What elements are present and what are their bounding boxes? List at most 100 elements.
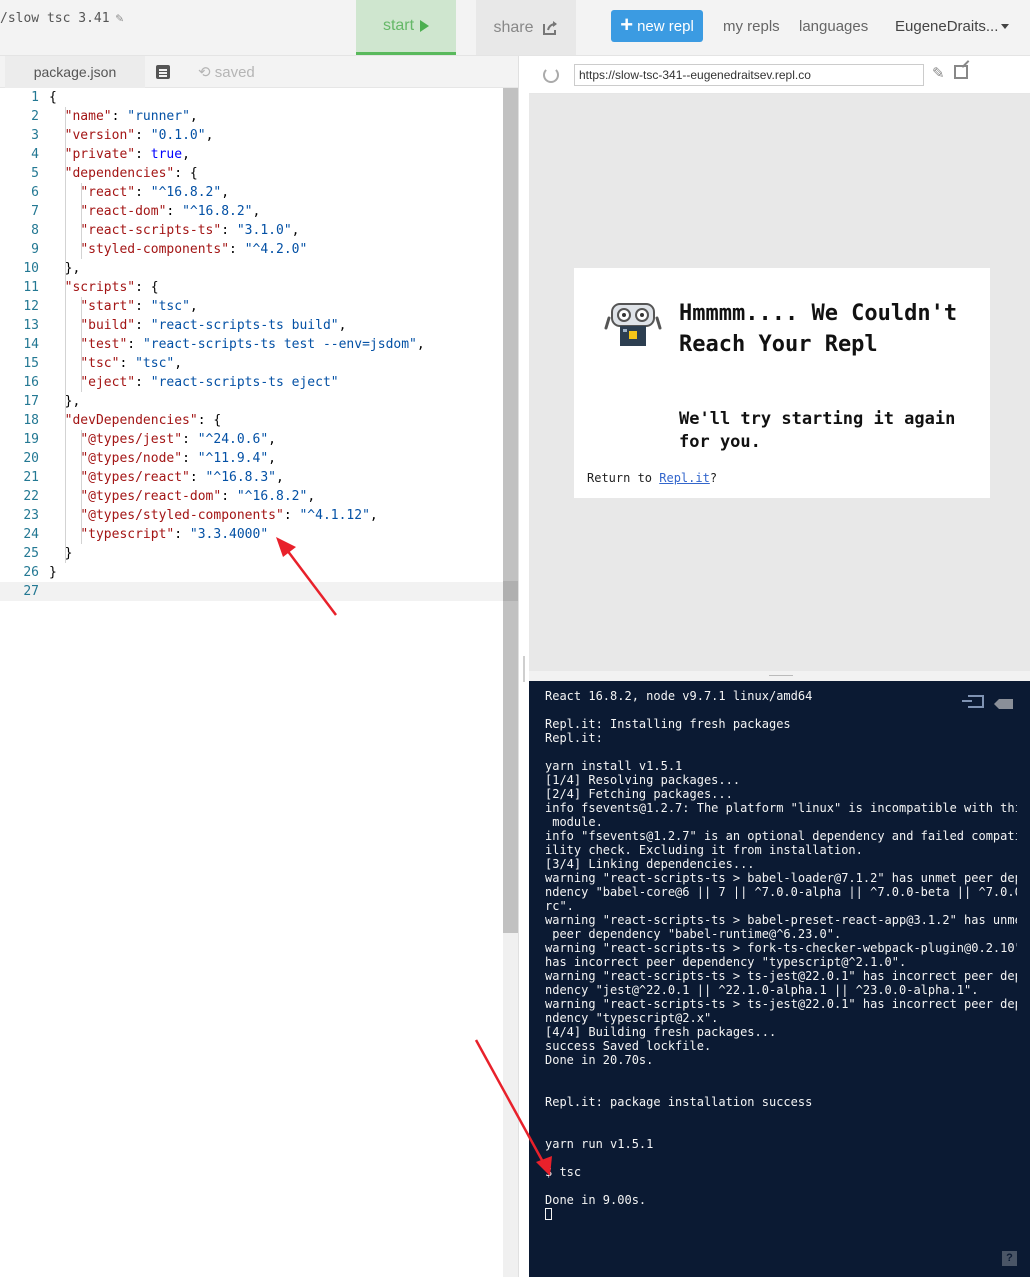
code-text[interactable]: "@types/react": "^16.8.3", [49, 468, 284, 487]
console[interactable]: React 16.8.2, node v9.7.1 linux/amd64 Rep… [529, 681, 1030, 1277]
code-token: "react-dom" [80, 204, 167, 219]
files-icon[interactable] [156, 65, 170, 79]
code-text[interactable]: "react": "^16.8.2", [49, 183, 229, 202]
code-token: "dependencies" [64, 166, 175, 181]
code-text[interactable]: "test": "react-scripts-ts test --env=jsd… [49, 335, 424, 354]
code-line[interactable]: 12 "start": "tsc", [0, 297, 503, 316]
console-output: React 16.8.2, node v9.7.1 linux/amd64 Rep… [545, 689, 1017, 1221]
code-line[interactable]: 22 "@types/react-dom": "^16.8.2", [0, 487, 503, 506]
editor-scroll-thumb[interactable] [503, 88, 518, 933]
nav-my-repls[interactable]: my repls [723, 18, 780, 35]
code-text[interactable]: { [49, 88, 57, 107]
code-line[interactable]: 7 "react-dom": "^16.8.2", [0, 202, 503, 221]
start-button[interactable]: start [356, 0, 456, 55]
code-line[interactable]: 20 "@types/node": "^11.9.4", [0, 449, 503, 468]
code-text[interactable]: "eject": "react-scripts-ts eject" [49, 373, 339, 392]
code-line[interactable]: 17 }, [0, 392, 503, 411]
code-text[interactable]: "version": "0.1.0", [49, 126, 214, 145]
code-line[interactable]: 19 "@types/jest": "^24.0.6", [0, 430, 503, 449]
code-line[interactable]: 4 "private": true, [0, 145, 503, 164]
caret-down-icon[interactable] [1001, 24, 1009, 29]
console-line: module. [545, 815, 603, 829]
code-line[interactable]: 26} [0, 563, 503, 582]
code-line[interactable]: 2 "name": "runner", [0, 107, 503, 126]
code-token: "react-scripts-ts eject" [150, 375, 339, 390]
code-line[interactable]: 13 "build": "react-scripts-ts build", [0, 316, 503, 335]
code-line[interactable]: 1{ [0, 88, 503, 107]
code-text[interactable]: "styled-components": "^4.2.0" [49, 240, 307, 259]
code-text[interactable]: "private": true, [49, 145, 190, 164]
code-line[interactable]: 27 [0, 582, 503, 601]
code-line[interactable]: 23 "@types/styled-components": "^4.1.12"… [0, 506, 503, 525]
code-text[interactable]: "@types/react-dom": "^16.8.2", [49, 487, 315, 506]
code-line[interactable]: 10 }, [0, 259, 503, 278]
replit-link[interactable]: Repl.it [659, 471, 710, 485]
help-icon[interactable]: ? [1002, 1251, 1017, 1266]
code-text[interactable]: "dependencies": { [49, 164, 198, 183]
code-text[interactable]: } [49, 544, 73, 563]
split-grip[interactable] [769, 675, 793, 676]
console-line: info "fsevents@1.2.7" is an optional dep… [545, 829, 1017, 843]
editor-scrollbar[interactable] [503, 88, 518, 1277]
code-text[interactable]: "tsc": "tsc", [49, 354, 182, 373]
console-line: warning "react-scripts-ts > ts-jest@22.0… [545, 969, 1017, 983]
pencil-icon[interactable]: ✎ [116, 11, 124, 26]
url-input[interactable] [574, 64, 924, 86]
code-line[interactable]: 15 "tsc": "tsc", [0, 354, 503, 373]
console-split-handle[interactable] [529, 671, 1030, 681]
pencil-icon[interactable]: ✎ [932, 64, 945, 82]
code-text[interactable]: "@types/jest": "^24.0.6", [49, 430, 276, 449]
code-token: "react" [80, 185, 136, 200]
code-text[interactable]: "react-scripts-ts": "3.1.0", [49, 221, 299, 240]
pane-divider[interactable] [518, 56, 529, 1277]
share-button[interactable]: share [476, 0, 576, 55]
code-editor[interactable]: 1{2 "name": "runner", 3 "version": "0.1.0… [0, 88, 518, 1277]
code-text[interactable]: } [49, 563, 57, 582]
code-text[interactable]: "name": "runner", [49, 107, 198, 126]
code-line[interactable]: 14 "test": "react-scripts-ts test --env=… [0, 335, 503, 354]
code-token: , [276, 470, 284, 485]
repl-title-text[interactable]: /slow tsc 3.41 [0, 11, 110, 26]
code-line[interactable]: 5 "dependencies": { [0, 164, 503, 183]
new-repl-button[interactable]: + new repl [611, 10, 703, 42]
repl-title[interactable]: /slow tsc 3.41 ✎ [0, 11, 123, 26]
console-line: [2/4] Fetching packages... [545, 787, 733, 801]
console-input-icon[interactable] [962, 695, 984, 708]
pane-divider-grip[interactable] [523, 656, 525, 682]
clear-console-icon[interactable] [994, 699, 1013, 709]
code-line[interactable]: 8 "react-scripts-ts": "3.1.0", [0, 221, 503, 240]
code-line[interactable]: 6 "react": "^16.8.2", [0, 183, 503, 202]
code-line[interactable]: 3 "version": "0.1.0", [0, 126, 503, 145]
code-token: { [49, 90, 57, 105]
indent-guide [65, 107, 66, 563]
file-tab[interactable]: package.json [5, 56, 145, 88]
line-number: 6 [31, 185, 39, 200]
code-line[interactable]: 9 "styled-components": "^4.2.0" [0, 240, 503, 259]
code-text[interactable]: "start": "tsc", [49, 297, 197, 316]
web-toolbar: ✎ [529, 56, 1030, 94]
nav-languages[interactable]: languages [799, 18, 868, 35]
code-line[interactable]: 16 "eject": "react-scripts-ts eject" [0, 373, 503, 392]
code-line[interactable]: 11 "scripts": { [0, 278, 503, 297]
code-token: : [182, 432, 198, 447]
console-cursor[interactable] [545, 1208, 552, 1220]
code-line[interactable]: 21 "@types/react": "^16.8.3", [0, 468, 503, 487]
code-text[interactable]: "devDependencies": { [49, 411, 222, 430]
code-line[interactable]: 25 } [0, 544, 503, 563]
console-line: yarn install v1.5.1 [545, 759, 683, 773]
console-line: warning "react-scripts-ts > babel-preset… [545, 913, 1017, 927]
history-icon: ⟲ [198, 64, 211, 81]
refresh-icon[interactable] [543, 67, 559, 83]
code-line[interactable]: 24 "typescript": "3.3.4000" [0, 525, 503, 544]
code-token: "^16.8.2" [236, 489, 308, 504]
code-line[interactable]: 18 "devDependencies": { [0, 411, 503, 430]
code-token: : { [135, 280, 159, 295]
code-text[interactable]: "@types/node": "^11.9.4", [49, 449, 276, 468]
code-text[interactable]: "build": "react-scripts-ts build", [49, 316, 346, 335]
console-prompt[interactable] [545, 1207, 1017, 1221]
open-in-new-tab-icon[interactable] [954, 65, 968, 79]
user-menu[interactable]: EugeneDraits... [895, 18, 998, 35]
code-text[interactable]: "@types/styled-components": "^4.1.12", [49, 506, 377, 525]
